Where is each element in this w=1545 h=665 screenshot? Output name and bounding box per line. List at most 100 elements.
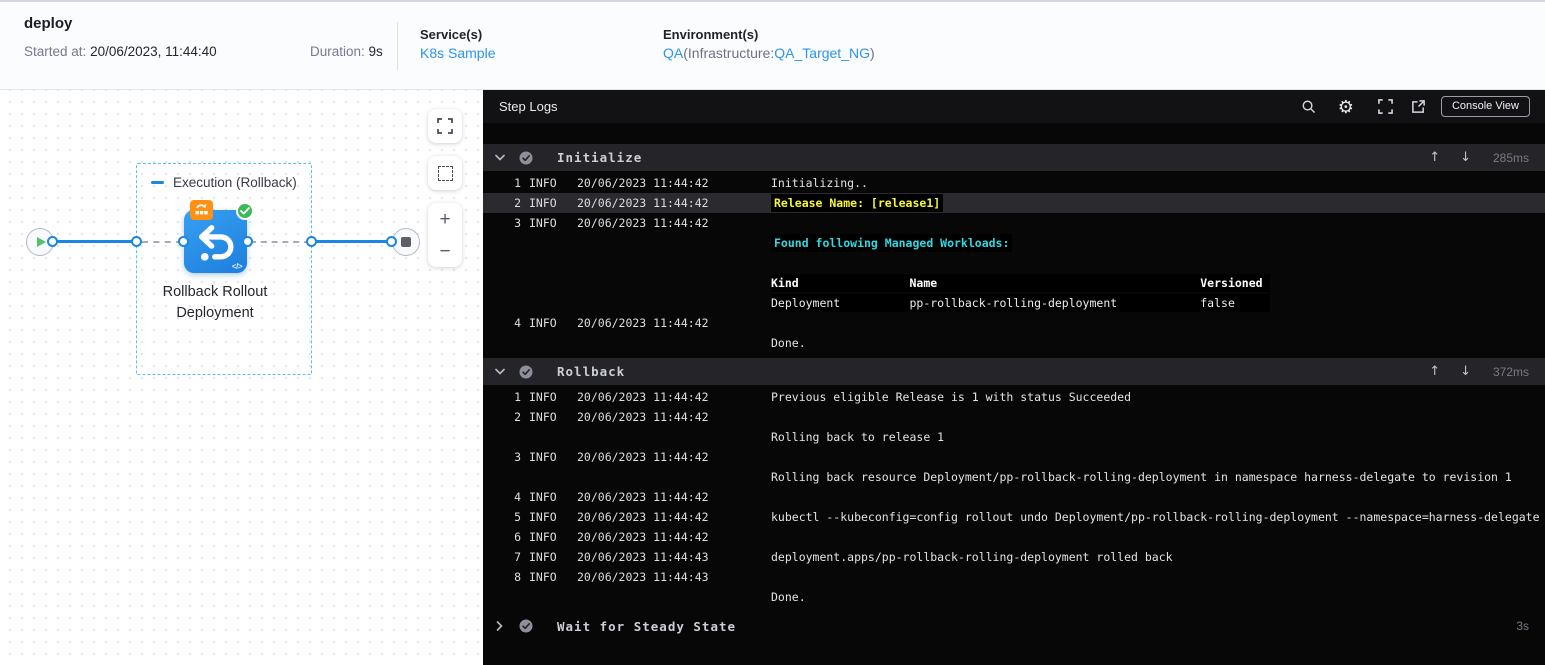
connector-dot xyxy=(131,236,142,247)
search-icon[interactable] xyxy=(1301,99,1316,114)
log-timestamp: 20/06/2023 11:44:42 xyxy=(577,410,709,424)
section-duration: 372ms xyxy=(1492,364,1529,379)
log-message: kubectl --kubeconfig=config rollout undo… xyxy=(771,510,1540,524)
line-number: 4 xyxy=(514,316,521,330)
scroll-to-top-icon[interactable]: ↑ xyxy=(1429,150,1440,165)
chevron-down-icon[interactable] xyxy=(493,368,506,375)
log-row: Deployment pp-rollback-rolling-deploymen… xyxy=(483,293,1545,313)
play-icon xyxy=(36,237,46,247)
log-timestamp: 20/06/2023 11:44:42 xyxy=(577,490,709,504)
log-level: INFO xyxy=(529,390,557,404)
log-level: INFO xyxy=(529,490,557,504)
section-log-rows: 1 INFO 20/06/2023 11:44:42 Previous eligibl… xyxy=(483,385,1545,607)
log-row: 1 INFO 20/06/2023 11:44:42 Initializing.. xyxy=(483,173,1545,193)
log-section-header[interactable]: Rollback ↑ ↓ 372ms xyxy=(483,358,1545,385)
log-level: INFO xyxy=(529,570,557,584)
edge-stage-to-step xyxy=(142,241,182,243)
started-at-value: 20/06/2023, 11:44:40 xyxy=(90,44,217,59)
log-row: Kind Name Versioned xyxy=(483,273,1545,293)
connector-dot xyxy=(47,236,58,247)
open-in-new-icon[interactable] xyxy=(1411,99,1426,114)
log-row xyxy=(483,253,1545,273)
canvas-fit-view-button[interactable] xyxy=(428,109,462,143)
infrastructure-suffix: ) xyxy=(869,45,875,61)
log-row: 3 INFO 20/06/2023 11:44:42 xyxy=(483,447,1545,467)
rollback-arrow-icon xyxy=(199,225,234,261)
step-logs-panel: Step Logs ⚙ Console View Initialize ↑ ↓ 285… xyxy=(483,90,1545,665)
step-node-label: Rollback Rollout Deployment xyxy=(162,284,268,321)
log-level: INFO xyxy=(529,410,557,424)
log-message: Found following Managed Workloads: xyxy=(771,234,1013,252)
log-message: Rolling back resource Deployment/pp-roll… xyxy=(771,470,1512,484)
log-level: INFO xyxy=(529,196,557,210)
edge-start-to-stage xyxy=(56,240,134,243)
chevron-down-icon[interactable] xyxy=(493,154,506,161)
pipeline-canvas[interactable]: Execution (Rollback) </> Rollback Rollou… xyxy=(0,90,483,665)
log-section-header[interactable]: Wait for Steady State 3s xyxy=(483,612,1545,640)
console-view-button[interactable]: Console View xyxy=(1440,96,1530,117)
log-timestamp: 20/06/2023 11:44:43 xyxy=(577,570,709,584)
chevron-right-icon[interactable] xyxy=(493,621,506,631)
status-success-icon xyxy=(519,151,533,165)
scroll-to-top-icon[interactable]: ↑ xyxy=(1429,364,1440,379)
section-label: Initialize xyxy=(557,150,643,165)
log-level: INFO xyxy=(529,316,557,330)
section-duration: 285ms xyxy=(1492,150,1529,165)
log-row: 2 INFO 20/06/2023 11:44:42 xyxy=(483,407,1545,427)
log-row: Rolling back resource Deployment/pp-roll… xyxy=(483,467,1545,487)
zoom-in-button[interactable]: + xyxy=(428,203,462,235)
scroll-to-bottom-icon[interactable]: ↓ xyxy=(1460,150,1471,165)
scroll-to-bottom-icon[interactable]: ↓ xyxy=(1460,364,1471,379)
log-row: Done. xyxy=(483,587,1545,607)
log-level: INFO xyxy=(529,176,557,190)
log-level: INFO xyxy=(529,450,557,464)
log-timestamp: 20/06/2023 11:44:42 xyxy=(577,316,709,330)
marquee-icon xyxy=(437,165,453,181)
line-number: 1 xyxy=(514,390,521,404)
line-number: 1 xyxy=(514,176,521,190)
log-level: INFO xyxy=(529,550,557,564)
zoom-out-button[interactable]: − xyxy=(428,235,462,267)
log-panel-title: Step Logs xyxy=(499,99,558,114)
log-section-header[interactable]: Initialize ↑ ↓ 285ms xyxy=(483,144,1545,171)
log-message: Release Name: [release1] xyxy=(771,194,944,212)
log-message: Done. xyxy=(771,336,806,350)
edge-step-to-stage xyxy=(250,241,310,243)
log-row: 4 INFO 20/06/2023 11:44:42 xyxy=(483,313,1545,333)
canvas-select-button[interactable] xyxy=(428,156,462,190)
infrastructure-link[interactable]: QA_Target_NG xyxy=(774,45,870,61)
connector-dot xyxy=(386,236,397,247)
duration-value: 9s xyxy=(368,44,383,59)
log-row: Found following Managed Workloads: xyxy=(483,233,1545,253)
connector-dot xyxy=(306,236,317,247)
log-toolbar: Step Logs ⚙ Console View xyxy=(483,90,1545,123)
stop-icon xyxy=(401,237,411,247)
fullscreen-icon[interactable] xyxy=(1378,99,1393,114)
line-number: 5 xyxy=(514,510,521,524)
log-settings-icon[interactable]: ⚙ xyxy=(1338,98,1354,116)
line-number: 4 xyxy=(514,490,521,504)
log-sections: Initialize ↑ ↓ 285ms 1 INFO 20/06/2023 11:44:4… xyxy=(483,123,1545,665)
log-message: Done. xyxy=(771,590,806,604)
log-row: 7 INFO 20/06/2023 11:44:43 deployment.apps/… xyxy=(483,547,1545,567)
stage-collapse-icon[interactable] xyxy=(151,181,164,184)
execution-header: deploy Started at: 20/06/2023, 11:44:40 … xyxy=(0,0,1545,90)
log-timestamp: 20/06/2023 11:44:42 xyxy=(577,196,709,210)
service-link[interactable]: K8s Sample xyxy=(420,45,495,61)
environments-label: Environment(s) xyxy=(663,27,759,42)
log-row: 6 INFO 20/06/2023 11:44:42 xyxy=(483,527,1545,547)
log-timestamp: 20/06/2023 11:44:42 xyxy=(577,176,709,190)
line-number: 6 xyxy=(514,530,521,544)
environment-link[interactable]: QA(Infrastructure:QA_Target_NG) xyxy=(663,45,875,61)
log-message: Initializing.. xyxy=(771,176,868,190)
status-success-icon xyxy=(519,619,533,633)
connector-dot xyxy=(242,236,253,247)
pipeline-title: deploy xyxy=(24,15,73,32)
section-log-rows: 1 INFO 20/06/2023 11:44:42 Initializing.. 2 I… xyxy=(483,171,1545,353)
log-timestamp: 20/06/2023 11:44:42 xyxy=(577,530,709,544)
code-icon: </> xyxy=(231,262,243,271)
step-node-rollback-rollout-deployment[interactable]: </> xyxy=(184,200,254,273)
line-number: 2 xyxy=(514,410,521,424)
log-message: deployment.apps/pp-rollback-rolling-depl… xyxy=(771,550,1173,564)
status-success-icon xyxy=(519,365,533,379)
